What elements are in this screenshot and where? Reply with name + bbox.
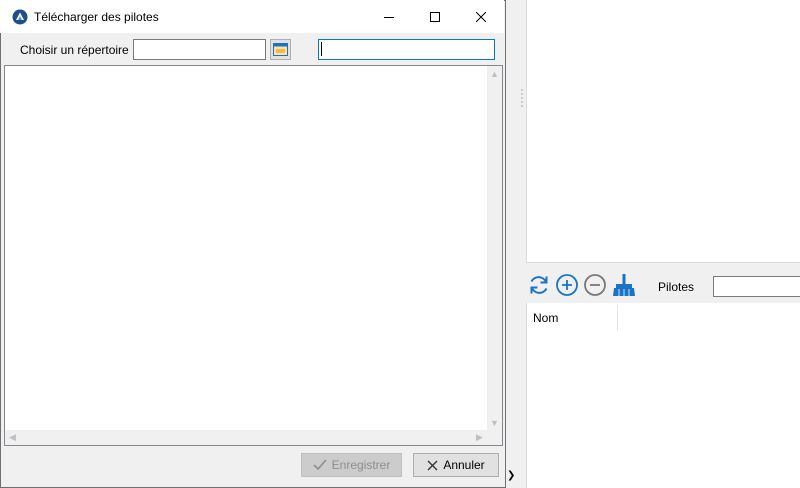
x-icon [427,460,438,470]
directory-input[interactable] [133,39,266,60]
close-button[interactable] [458,0,504,33]
save-button-label: Enregistrer [331,458,391,472]
minimize-icon [384,16,394,18]
chevron-right-icon[interactable]: ❯ [507,470,517,482]
choose-directory-label: Choisir un répertoire [20,43,129,57]
add-icon[interactable] [555,273,579,297]
dialog-title: Télécharger des pilotes [34,10,159,24]
refresh-icon[interactable] [527,273,551,297]
horizontal-scrollbar[interactable]: ◀ ▶ [5,430,487,445]
folder-icon [273,43,288,56]
minimize-button[interactable] [366,0,412,33]
pilotes-input[interactable] [713,276,800,297]
close-icon [476,11,486,22]
preview-panel [526,0,800,263]
remove-icon[interactable] [583,273,607,297]
pilotes-label: Pilotes [658,280,695,294]
vertical-scrollbar[interactable]: ▲ ▼ [487,66,502,430]
panel-splitter[interactable] [518,0,526,488]
text-caret [321,42,322,56]
save-button[interactable]: Enregistrer [301,453,402,477]
cancel-button[interactable]: Annuler [413,453,499,477]
scroll-up-icon[interactable]: ▲ [487,66,502,81]
scroll-left-icon[interactable]: ◀ [5,430,20,445]
column-header-nom[interactable]: Nom [533,311,558,325]
splitter-grip-icon[interactable] [521,88,523,110]
clean-icon[interactable] [612,273,636,297]
drivers-content-area[interactable] [4,65,503,446]
scroll-down-icon[interactable]: ▼ [487,415,502,430]
filter-input[interactable] [318,39,495,60]
drivers-list[interactable] [526,303,800,488]
maximize-button[interactable] [412,0,458,33]
scroll-corner [487,430,502,445]
app-logo-icon [12,9,28,25]
checkmark-icon [313,459,327,471]
column-separator[interactable] [617,305,618,331]
cancel-button-label: Annuler [443,458,485,472]
maximize-icon [430,11,440,22]
browse-directory-button[interactable] [270,39,291,60]
scroll-right-icon[interactable]: ▶ [472,430,487,445]
